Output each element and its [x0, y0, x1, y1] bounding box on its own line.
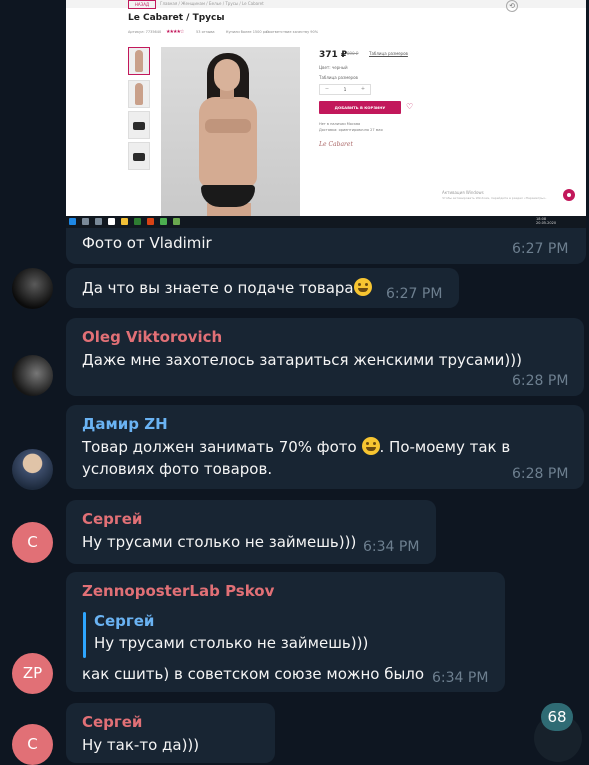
search-icon	[82, 218, 89, 225]
message-time: 6:28 PM	[512, 373, 569, 389]
windows-taskbar	[66, 216, 586, 228]
clock-date: 20.05.2020	[536, 221, 557, 225]
brand-logo: Le Cabaret	[319, 141, 353, 148]
message-text: Да что вы знаете о подаче товара	[82, 277, 372, 299]
qty-value: 1	[343, 87, 347, 92]
qty-minus: −	[324, 86, 330, 92]
message-bubble: ZennoposterLab Pskov Сергей Ну трусами с…	[66, 572, 505, 692]
photo-caption-bubble: Фото от Vladimir 6:27 PM	[66, 228, 586, 264]
message-bubble: Сергей Ну трусами столько не займешь))) …	[66, 500, 436, 564]
laughing-emoji-icon	[353, 278, 372, 296]
folder-icon	[121, 218, 128, 225]
message-text: Ну трусами столько не займешь)))	[82, 533, 357, 551]
message-text: Ну так-то да)))	[82, 736, 200, 754]
avatar[interactable]	[12, 449, 53, 490]
favorite-heart-icon: ♡	[406, 102, 414, 111]
photo-attachment[interactable]: НАЗАД Главная / Женщинам / Белье / Трусы…	[66, 0, 586, 228]
delivery-info: Доставка: ориентировочно 27 мая	[319, 128, 383, 132]
chrome-icon	[108, 218, 115, 225]
product-title: Le Cabaret / Трусы	[128, 13, 225, 23]
avatar[interactable]: ZP	[12, 653, 53, 694]
product-price: 371 ₽	[319, 50, 348, 60]
app-icon	[160, 218, 167, 225]
sender-name[interactable]: Дамир ZH	[82, 415, 168, 433]
message-bubble: Дамир ZH Товар должен занимать 70% фото …	[66, 405, 584, 489]
reply-quote-bar	[83, 612, 86, 658]
avatar[interactable]	[12, 355, 53, 396]
model-head	[214, 59, 240, 91]
reply-quote-text[interactable]: Ну трусами столько не займешь)))	[94, 632, 368, 654]
product-thumbnail	[128, 47, 150, 75]
message-time: 6:28 PM	[512, 466, 569, 482]
qty-plus: +	[360, 86, 366, 92]
product-thumbnail	[128, 111, 150, 139]
message-bubble: Сергей Ну так-то да)))	[66, 703, 275, 763]
message-time: 6:34 PM	[432, 670, 489, 686]
rating-stars: ★★★★☆	[166, 29, 184, 35]
app-icon	[173, 218, 180, 225]
product-article: Артикул: 7735640	[128, 30, 162, 34]
message-time: 6:34 PM	[363, 539, 420, 555]
windows-activation-text: Чтобы активировать Windows, перейдите в …	[442, 196, 547, 200]
quantity-stepper: − 1 +	[319, 84, 371, 95]
message-time: 6:27 PM	[386, 286, 443, 302]
model-arms	[205, 119, 251, 133]
size-label: Таблица размеров	[319, 75, 358, 80]
sender-name[interactable]: ZennoposterLab Pskov	[82, 582, 274, 600]
message-bubble: Oleg Viktorovich Даже мне захотелось зат…	[66, 318, 584, 396]
windows-activation-title: Активация Windows	[442, 190, 484, 195]
model-briefs	[201, 185, 255, 207]
breadcrumb: Главная / Женщинам / Белье / Трусы / Le …	[160, 1, 264, 6]
product-photo	[161, 47, 300, 217]
avatar[interactable]: С	[12, 522, 53, 563]
message-text: Фото от Vladimir	[82, 234, 212, 252]
availability: Нет в наличии Москва	[319, 122, 361, 126]
product-thumbnail	[128, 80, 150, 108]
avatar[interactable]	[12, 268, 53, 309]
sender-name[interactable]: Сергей	[82, 510, 142, 528]
product-thumbnail	[128, 142, 150, 170]
bought-count: Купили более 1500 раз	[226, 30, 269, 34]
message-time: 6:27 PM	[512, 241, 569, 257]
reply-quote-sender[interactable]: Сергей	[94, 612, 154, 630]
avatar[interactable]: С	[12, 724, 53, 765]
quality-rate: Соответствие качеству 90%	[266, 30, 319, 34]
add-to-cart-button: ДОБАВИТЬ В КОРЗИНУ	[319, 101, 401, 114]
message-text: как сшить) в советском союзе можно было	[82, 665, 425, 683]
sender-name[interactable]: Сергей	[82, 713, 142, 731]
sender-name[interactable]: Oleg Viktorovich	[82, 328, 222, 346]
unread-count-badge[interactable]: 68	[541, 703, 573, 731]
color-label: Цвет: черный	[319, 65, 348, 70]
size-chart-link: Таблица размеров	[369, 51, 408, 56]
smiling-emoji-icon	[361, 437, 380, 455]
chat-fab-icon	[563, 189, 575, 201]
task-view-icon	[95, 218, 102, 225]
message-bubble: Да что вы знаете о подаче товара 6:27 PM	[66, 268, 459, 308]
message-text: условиях фото товаров.	[82, 460, 273, 478]
message-text: Товар должен занимать 70% фото . По-моем…	[82, 437, 511, 456]
reviews-count: 53 отзыва	[196, 30, 215, 34]
taskbar-clock: 18:08 20.05.2020	[536, 217, 556, 225]
windows-start-icon	[69, 218, 76, 225]
app-icon	[147, 218, 154, 225]
share-icon: ⟲	[506, 0, 518, 12]
message-text: Даже мне захотелось затариться женскими …	[82, 351, 522, 369]
app-icon	[134, 218, 141, 225]
model-torso	[199, 97, 257, 187]
old-price: 890 ₽	[347, 51, 359, 56]
back-button: НАЗАД	[128, 0, 156, 9]
